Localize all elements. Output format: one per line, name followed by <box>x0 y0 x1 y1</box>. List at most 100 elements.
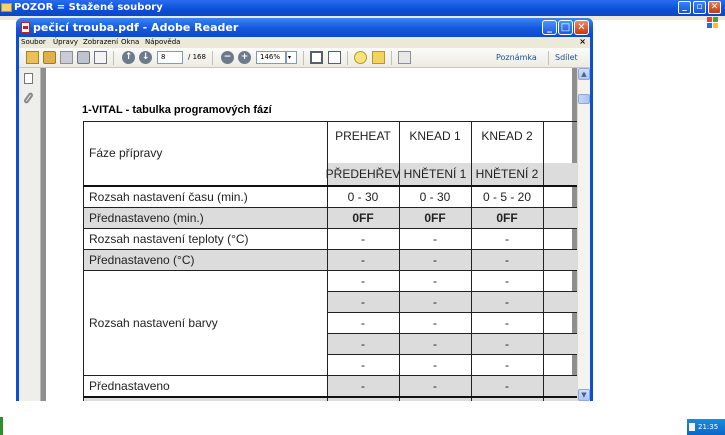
next-page-icon[interactable]: ↓ <box>139 51 152 64</box>
menu-edit[interactable]: Úpravy <box>53 37 78 48</box>
reader-menubar: Soubor Úpravy Zobrazení Okna Nápověda × <box>19 37 590 48</box>
zoom-dropdown-chevron-icon[interactable]: ▾ <box>286 51 297 64</box>
open-folder-icon[interactable] <box>43 51 56 64</box>
page-number-field[interactable]: 8 <box>157 51 183 64</box>
table-cell: - <box>505 252 509 267</box>
scroll-up-icon[interactable]: ▲ <box>578 68 590 80</box>
windows-logo-icon <box>707 17 719 29</box>
page-total: / 168 <box>188 53 206 61</box>
table-cell: - <box>361 273 365 288</box>
table-cell: - <box>361 294 365 309</box>
create-pdf-icon[interactable] <box>26 51 39 64</box>
share-link[interactable]: Sdílet <box>555 51 578 64</box>
row-label: Přednastaveno (min.) <box>89 210 204 225</box>
table-cell: - <box>361 378 365 393</box>
table-heading: 1-VITAL - tabulka programových fází <box>82 104 272 116</box>
menu-window[interactable]: Okna <box>121 37 139 48</box>
vertical-scrollbar[interactable]: ▲ ▼ <box>577 68 590 401</box>
table-cell: - <box>505 231 509 246</box>
row-label: Přednastaveno (°C) <box>89 252 195 267</box>
print-icon[interactable] <box>77 51 90 64</box>
reader-toolbar: ↑ ↓ 8 / 168 − + 146% ▾ Poznámka Sdílet <box>19 48 590 68</box>
table-cell: 0 - 30 <box>419 189 451 204</box>
table-cell: - <box>361 231 365 246</box>
reader-minimize-button[interactable]: _ <box>542 20 557 35</box>
table-cell: 0 - 5 - 20 <box>482 189 532 204</box>
row-label: Rozsah nastavení času (min.) <box>89 189 248 204</box>
explorer-title-bar: POZOR = Stažené soubory _ ▫ ✕ <box>0 0 725 16</box>
phase-header-label: Fáze přípravy <box>89 146 163 160</box>
table-cell: - <box>361 252 365 267</box>
explorer-title: POZOR = Stažené soubory <box>14 2 163 13</box>
expand-icon[interactable] <box>398 51 411 64</box>
table-cell: - <box>505 273 509 288</box>
table-cell: 0 - 30 <box>347 189 379 204</box>
table-cell: - <box>505 357 509 372</box>
table-cell: - <box>433 231 437 246</box>
table-cell: - <box>433 378 437 393</box>
scroll-thumb[interactable] <box>578 94 590 104</box>
pdf-icon <box>21 22 30 33</box>
table-cell: 0FF <box>352 210 374 225</box>
menu-help[interactable]: Nápověda <box>145 37 180 48</box>
email-icon[interactable] <box>94 51 107 64</box>
document-view[interactable]: 1-VITAL - tabulka programových fází Fáze… <box>41 68 577 401</box>
column-header-top: PREHEAT <box>335 128 391 143</box>
zoom-in-icon[interactable]: + <box>238 51 251 64</box>
table-cell: - <box>433 273 437 288</box>
pages-thumbnail-icon[interactable] <box>24 73 33 84</box>
table-cell: - <box>361 357 365 372</box>
reader-title: pečicí trouba.pdf - Adobe Reader <box>33 21 239 34</box>
tray-icon[interactable] <box>689 423 695 431</box>
adobe-reader-window: pečicí trouba.pdf - Adobe Reader _ □ ✕ S… <box>16 18 593 401</box>
row-label: Přednastaveno <box>89 378 170 393</box>
table-cell: - <box>433 336 437 351</box>
column-header-bottom: HNĚTENÍ 1 <box>403 167 467 181</box>
explorer-restore-button[interactable]: ▫ <box>693 1 706 14</box>
reader-title-bar: pečicí trouba.pdf - Adobe Reader _ □ ✕ <box>16 18 593 37</box>
column-header-top <box>543 121 577 150</box>
table-cell: - <box>361 315 365 330</box>
program-phase-table: Fáze přípravy PREHEAT KNEAD 1 KNEAD 2 PŘ… <box>83 121 577 401</box>
table-cell: - <box>433 252 437 267</box>
column-header-bottom: PŘEDEHŘEV <box>325 167 401 181</box>
table-cell: - <box>505 294 509 309</box>
column-header-bottom <box>543 163 577 185</box>
column-header-bottom: HNĚTENÍ 2 <box>475 167 539 181</box>
table-cell: - <box>433 357 437 372</box>
folder-icon <box>1 3 12 12</box>
comment-icon[interactable] <box>354 51 367 64</box>
menu-file[interactable]: Soubor <box>21 37 46 48</box>
reader-maximize-button[interactable]: □ <box>558 20 573 35</box>
menu-view[interactable]: Zobrazení <box>83 37 118 48</box>
clock: 21:35 <box>698 423 719 431</box>
system-tray: 21:35 <box>687 419 725 435</box>
table-cell: - <box>361 336 365 351</box>
highlight-icon[interactable] <box>372 51 385 64</box>
table-cell: - <box>505 336 509 351</box>
explorer-minimize-button[interactable]: _ <box>678 1 691 14</box>
attachments-paperclip-icon[interactable] <box>23 91 34 105</box>
fit-page-icon[interactable] <box>310 51 323 64</box>
explorer-close-button[interactable]: ✕ <box>708 1 721 14</box>
table-cell: - <box>433 315 437 330</box>
previous-page-icon[interactable]: ↑ <box>122 51 135 64</box>
table-cell: 0FF <box>496 210 518 225</box>
zoom-out-icon[interactable]: − <box>221 51 234 64</box>
start-button[interactable] <box>0 417 3 435</box>
table-cell: - <box>433 294 437 309</box>
fit-width-icon[interactable] <box>328 51 341 64</box>
zoom-level-field[interactable]: 146% <box>256 51 286 64</box>
table-cell: - <box>505 378 509 393</box>
column-header-top: KNEAD 2 <box>481 128 533 143</box>
reader-close-button[interactable]: ✕ <box>574 20 589 35</box>
scroll-down-icon[interactable]: ▼ <box>578 389 590 401</box>
annotate-link[interactable]: Poznámka <box>496 51 537 64</box>
pdf-page: 1-VITAL - tabulka programových fází Fáze… <box>46 68 577 401</box>
table-cell: 0FF <box>424 210 446 225</box>
row-label: Rozsah nastavení teploty (°C) <box>89 231 249 246</box>
row-label: Rozsah nastavení barvy <box>89 315 218 330</box>
document-close-icon[interactable]: × <box>579 37 586 46</box>
navigation-panel <box>19 68 41 401</box>
save-icon[interactable] <box>60 51 73 64</box>
